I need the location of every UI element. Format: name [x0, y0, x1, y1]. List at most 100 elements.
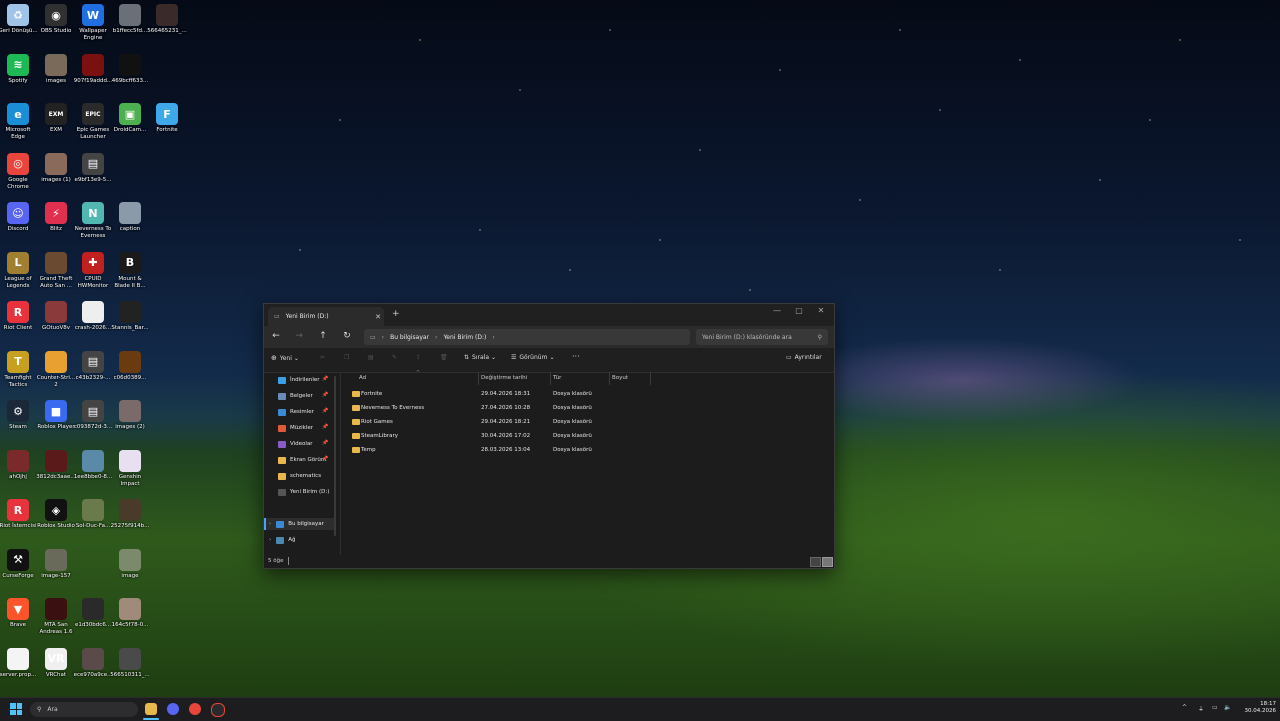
file-explorer-taskbar-icon[interactable]	[145, 703, 157, 715]
new-button[interactable]: ⊕ Yeni ⌄	[271, 354, 299, 362]
desktop-shortcut[interactable]: caption	[110, 202, 150, 233]
desktop-shortcut[interactable]: 566510311_...	[110, 647, 150, 679]
breadcrumb-this-pc[interactable]: Bu bilgisayar	[390, 334, 429, 341]
sidebar-item-quick-access[interactable]: Resimler	[278, 406, 314, 418]
windows-start-icon[interactable]	[10, 703, 22, 715]
copy-icon[interactable]: ❐	[344, 354, 349, 361]
pin-icon[interactable]: 📌	[322, 408, 328, 414]
desktop-shortcut[interactable]: ▼ Brave	[0, 598, 38, 629]
sidebar-item-this-pc[interactable]: › Bu bilgisayar	[266, 518, 336, 530]
desktop-shortcut[interactable]: 25275f914b...	[110, 499, 150, 530]
refresh-icon[interactable]: ↻	[340, 331, 354, 341]
desktop-shortcut[interactable]: W Wallpaper Engine	[73, 4, 113, 42]
desktop-shortcut[interactable]: ◈ Roblox Studio	[36, 499, 76, 530]
file-row[interactable]: Fortnite 29.04.2026 18:31 Dosya klasörü	[350, 389, 830, 401]
new-tab-button[interactable]: +	[392, 309, 400, 319]
breadcrumb-drive[interactable]: Yeni Birim (D:)	[443, 334, 486, 341]
desktop-shortcut[interactable]: crash-2026...	[73, 301, 113, 332]
close-window-button[interactable]: ✕	[810, 306, 832, 315]
share-icon[interactable]: ⇪	[416, 354, 421, 361]
forward-arrow-icon[interactable]: →	[292, 331, 306, 341]
desktop-shortcut[interactable]: ece970a9ce...	[73, 647, 113, 679]
sidebar-item-quick-access[interactable]: Yeni Birim (D:)	[278, 486, 329, 498]
column-header-size[interactable]: Boyut	[612, 375, 628, 381]
sidebar-item-quick-access[interactable]: Müzikler	[278, 422, 313, 434]
desktop-shortcut[interactable]: Grand Theft Auto San ...	[36, 251, 76, 290]
system-clock[interactable]: 18:17 30.04.2026	[1236, 701, 1277, 715]
show-hidden-icons-chevron-icon[interactable]: ^	[1182, 704, 1187, 711]
desktop-shortcut[interactable]: L League of Legends	[0, 251, 38, 290]
desktop-shortcut[interactable]: ✚ CPUID HWMonitor	[73, 251, 113, 290]
desktop-shortcut[interactable]: Sol-Duc-Fa...	[73, 499, 113, 530]
desktop-shortcut[interactable]: server.prop...	[0, 647, 38, 679]
desktop-shortcut[interactable]: ◉ OBS Studio	[36, 4, 76, 35]
column-divider[interactable]	[650, 372, 651, 385]
desktop-shortcut[interactable]: 907f19addd...	[73, 53, 113, 85]
volume-icon[interactable]: 🔈	[1224, 704, 1231, 711]
tab-yeni-birim[interactable]: ▭ Yeni Birim (D:) ✕	[268, 307, 384, 326]
desktop-shortcut[interactable]: ■ Roblox Player	[36, 400, 76, 431]
rename-icon[interactable]: ✎	[392, 354, 397, 361]
desktop-shortcut[interactable]: c06d0389...	[110, 350, 150, 382]
sidebar-item-quick-access[interactable]: Belgeler	[278, 390, 313, 402]
desktop-shortcut[interactable]: image-157	[36, 548, 76, 580]
file-row[interactable]: SteamLibrary 30.04.2026 17:02 Dosya klasör…	[350, 431, 830, 443]
desktop-shortcut[interactable]: F Fortnite	[147, 103, 187, 134]
minimize-button[interactable]: —	[766, 306, 788, 315]
desktop-shortcut[interactable]: ▣ DroidCam...	[110, 103, 150, 134]
network-status-icon[interactable]: ▭	[1212, 704, 1218, 711]
column-divider[interactable]	[478, 372, 479, 385]
close-tab-icon[interactable]: ✕	[372, 313, 384, 321]
chrome-taskbar-icon[interactable]	[189, 703, 201, 715]
desktop-shortcut[interactable]: ⚙ Steam	[0, 400, 38, 431]
desktop-shortcut[interactable]: e Microsoft Edge	[0, 103, 38, 141]
desktop-shortcut[interactable]: ♻ Geri Dönüşü...	[0, 4, 38, 35]
column-header-name[interactable]: Ad	[359, 375, 366, 381]
desktop-shortcut[interactable]: ▤ c43b2329-...	[73, 350, 113, 382]
sidebar-item-quick-access[interactable]: schematics	[278, 470, 321, 482]
cut-icon[interactable]: ✂	[320, 354, 325, 361]
desktop-shortcut[interactable]: R Riot Client	[0, 301, 38, 332]
column-header-date[interactable]: Değiştirme tarihi	[481, 375, 527, 381]
pin-icon[interactable]: 📌	[322, 424, 328, 430]
desktop-shortcut[interactable]: image	[110, 548, 150, 580]
desktop-shortcut[interactable]: ahOjhj	[0, 449, 38, 481]
desktop-shortcut[interactable]: images (1)	[36, 152, 76, 184]
desktop-shortcut[interactable]: ◎ Google Chrome	[0, 152, 38, 191]
desktop-shortcut[interactable]: ☺ Discord	[0, 202, 38, 233]
details-view-icon[interactable]	[810, 557, 821, 567]
desktop-shortcut[interactable]: 469bcff633...	[110, 53, 150, 85]
up-arrow-icon[interactable]: ↑	[316, 331, 330, 341]
column-divider[interactable]	[609, 372, 610, 385]
column-divider[interactable]	[550, 372, 551, 385]
taskbar-search[interactable]: ⚲ Ara	[30, 702, 138, 717]
details-button[interactable]: ▭ Ayrıntılar	[786, 354, 822, 361]
file-row[interactable]: Riot Games 29.04.2026 18:21 Dosya klasörü	[350, 417, 830, 429]
desktop-shortcut[interactable]: ▤ e9bf13e9-5...	[73, 152, 113, 184]
desktop-shortcut[interactable]: Stannis_Bar...	[110, 301, 150, 332]
pin-icon[interactable]: 📌	[322, 376, 328, 382]
desktop-shortcut[interactable]: 1ee8bbe0-8...	[73, 449, 113, 481]
search-box[interactable]: Yeni Birim (D:) klasöründe ara ⚲	[696, 329, 828, 345]
desktop-shortcut[interactable]: EXM EXM	[36, 103, 76, 134]
pin-icon[interactable]: 📌	[322, 440, 328, 446]
sort-button[interactable]: ⇅ Sırala ⌄	[464, 354, 496, 361]
desktop-shortcut[interactable]: EPIC Epic Games Launcher	[73, 103, 113, 141]
desktop-shortcut[interactable]: 164c5f78-0...	[110, 598, 150, 629]
usb-icon[interactable]: ⏚	[1198, 704, 1204, 713]
desktop-shortcut[interactable]: images	[36, 53, 76, 85]
desktop-shortcut[interactable]: Counter-Stri... 2	[36, 350, 76, 389]
sidebar-scrollbar[interactable]	[334, 376, 336, 536]
file-row[interactable]: Temp 28.03.2026 13:04 Dosya klasörü	[350, 445, 830, 457]
tiles-view-icon[interactable]	[822, 557, 833, 567]
desktop-shortcut[interactable]: N Neverness To Everness	[73, 202, 113, 240]
discord-taskbar-icon[interactable]	[167, 703, 179, 715]
back-arrow-icon[interactable]: ←	[269, 331, 283, 341]
column-header-type[interactable]: Tür	[553, 375, 561, 381]
desktop-shortcut[interactable]: GOtuoV8v	[36, 301, 76, 332]
more-options-button[interactable]: ···	[572, 352, 580, 361]
view-button[interactable]: ☰ Görünüm ⌄	[511, 354, 554, 361]
maximize-button[interactable]: ▢	[788, 306, 810, 315]
desktop-shortcut[interactable]: R Riot İstemcisi	[0, 499, 38, 530]
desktop-shortcut[interactable]: ▤ c093872d-3...	[73, 400, 113, 431]
